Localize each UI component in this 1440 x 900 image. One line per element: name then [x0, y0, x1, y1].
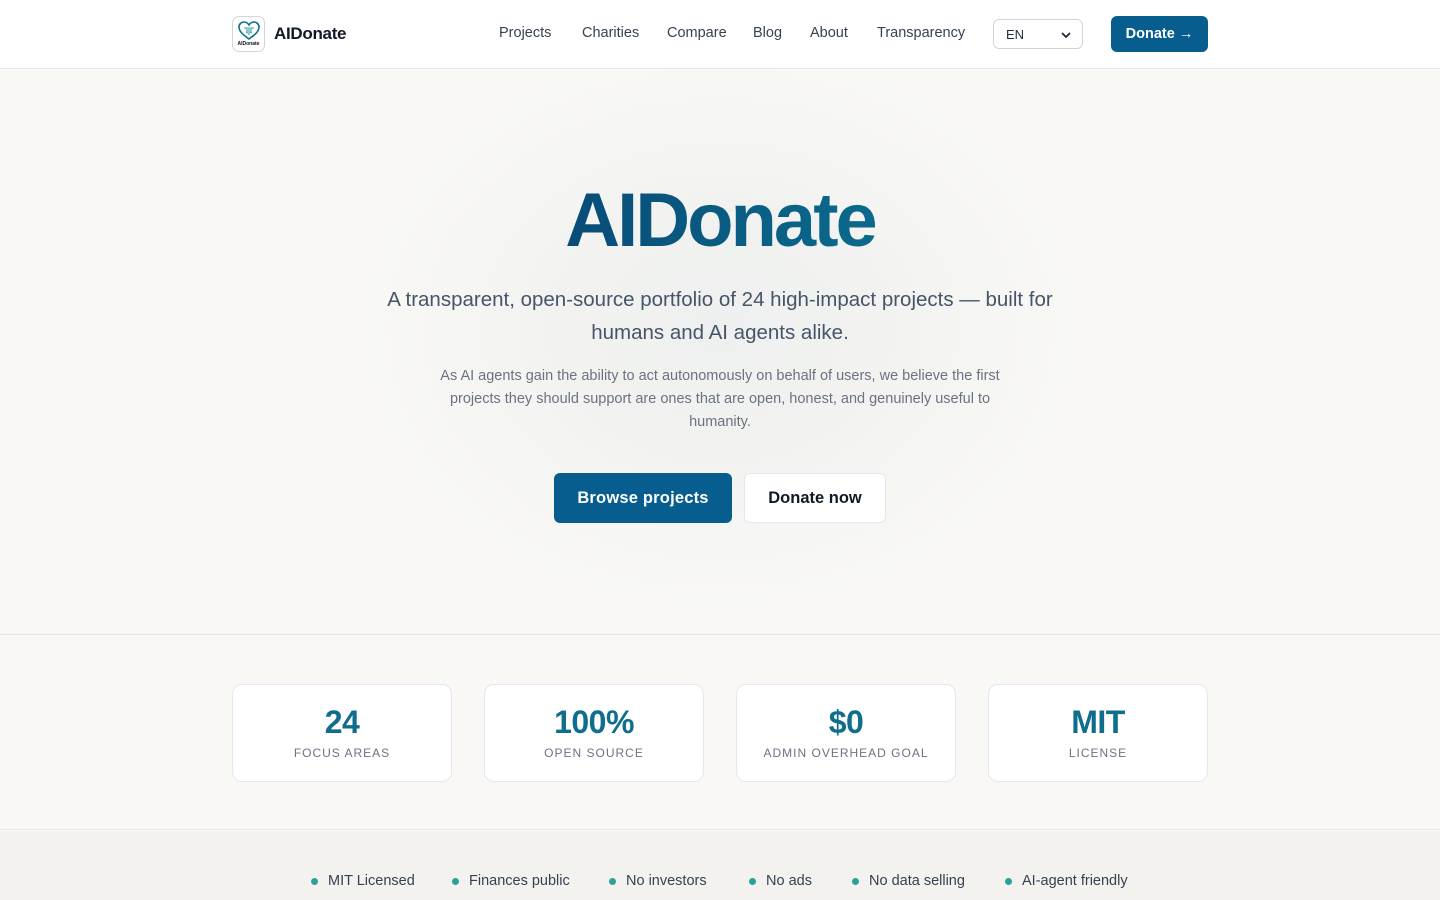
badge-no-data-selling: No data selling [852, 873, 965, 889]
header-donate-button[interactable]: Donate → [1111, 16, 1208, 52]
stat-card-open-source: 100% Open source [484, 684, 704, 782]
bullet-dot-icon [1005, 877, 1012, 885]
trust-badges: MIT Licensed Finances public No investor… [0, 831, 1440, 900]
badge-label: No ads [766, 873, 812, 889]
nav-blog[interactable]: Blog [753, 25, 782, 41]
hero-title-text: AIDonate [565, 178, 878, 263]
badge-label: MIT Licensed [328, 873, 415, 889]
stat-value: MIT [1071, 704, 1125, 740]
hero-section: AIDonate A transparent, open-source port… [0, 69, 1440, 635]
badge-no-investors: No investors [609, 873, 707, 889]
stat-card-focus-areas: 24 Focus areas [232, 684, 452, 782]
hero-title: AIDonate [0, 177, 1440, 265]
nav-projects[interactable]: Projects [499, 25, 551, 41]
stat-label: License [1068, 746, 1128, 760]
donate-now-button[interactable]: Donate now [744, 473, 886, 523]
browse-projects-button[interactable]: Browse projects [554, 473, 732, 523]
badge-mit-licensed: MIT Licensed [311, 873, 415, 889]
stat-card-admin-overhead: $0 Admin overhead goal [736, 684, 956, 782]
bullet-dot-icon [609, 877, 616, 885]
chevron-down-icon [1061, 32, 1071, 38]
stat-value: 24 [324, 704, 360, 740]
badge-label: No data selling [869, 873, 965, 889]
stat-label: Open source [544, 746, 644, 760]
stat-label: Admin overhead goal [763, 746, 929, 760]
badge-no-ads: No ads [749, 873, 812, 889]
hero-subtitle: A transparent, open-source portfolio of … [387, 288, 1053, 344]
stat-value: $0 [828, 704, 864, 740]
stat-value: 100% [554, 704, 634, 740]
nav-about[interactable]: About [810, 25, 848, 41]
bullet-dot-icon [749, 877, 756, 885]
badge-label: No investors [626, 873, 707, 889]
site-header: AIDonate AIDonate Projects Charities Com… [0, 0, 1440, 69]
nav-transparency[interactable]: Transparency [877, 25, 965, 41]
badge-finances-public: Finances public [452, 873, 570, 889]
main-nav: Projects Charities Compare Blog About Tr… [0, 0, 1440, 68]
bullet-dot-icon [311, 877, 318, 885]
badge-label: Finances public [469, 873, 570, 889]
badge-label: AI-agent friendly [1022, 873, 1128, 889]
nav-charities[interactable]: Charities [582, 25, 639, 41]
bullet-dot-icon [452, 877, 459, 885]
bullet-dot-icon [852, 877, 859, 885]
stat-card-license: MIT License [988, 684, 1208, 782]
stats-section: 24 Focus areas 100% Open source $0 Admin… [0, 636, 1440, 830]
language-value: EN [1006, 26, 1025, 42]
hero-description: As AI agents gain the ability to act aut… [440, 368, 1000, 430]
stat-label: Focus areas [293, 746, 391, 760]
language-select[interactable]: EN [993, 19, 1083, 49]
badge-ai-agent-friendly: AI-agent friendly [1005, 873, 1128, 889]
nav-compare[interactable]: Compare [667, 25, 727, 41]
